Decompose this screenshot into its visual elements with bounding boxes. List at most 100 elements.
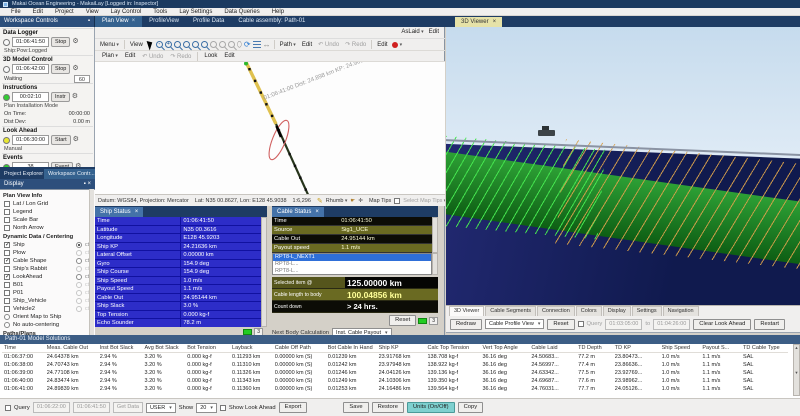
checkbox[interactable] (4, 266, 10, 272)
line-value[interactable]: 60 (74, 75, 90, 83)
path-edit-button[interactable]: Edit (300, 42, 314, 48)
checkbox[interactable] (4, 225, 10, 231)
time-field[interactable]: 01:06:41:50 (12, 37, 49, 47)
table-row[interactable]: Lateral Offset0.00000 km (95, 251, 261, 260)
column-header-vert-top-angle[interactable]: Vert Top Angle (480, 344, 529, 353)
list-item[interactable]: RPT8-L... (273, 261, 431, 268)
scene-3d[interactable] (446, 27, 800, 305)
start-button[interactable]: Start (51, 135, 71, 145)
crosshair-icon[interactable]: ✛ (358, 198, 363, 204)
checkbox[interactable] (4, 282, 10, 288)
table-row[interactable]: Ship Slack3.0 % (95, 302, 261, 311)
plan-edit-button[interactable]: Edit (123, 53, 137, 59)
measure-icon[interactable]: ↔ (263, 41, 271, 49)
checkbox[interactable]: ✓ (4, 258, 10, 264)
ctr-radio[interactable] (76, 266, 82, 272)
checkbox[interactable] (4, 290, 10, 296)
viewer-tab-connection[interactable]: Connection (537, 306, 575, 316)
edit-button[interactable]: Edit (375, 42, 389, 48)
tab-cable-assembly-path-01[interactable]: Cable assembly: Path-01 (231, 16, 312, 27)
menu-lay-control[interactable]: Lay Control (106, 8, 147, 15)
table-row[interactable]: Ship Course154.9 deg (95, 268, 261, 277)
column-header-cable-laid[interactable]: Cable Laid (529, 344, 576, 353)
column-header-cable-off-path[interactable]: Cable Off Path (273, 344, 326, 353)
units-toggle-button[interactable]: Units (On/Off) (407, 402, 455, 413)
stop-button[interactable]: Stop (51, 64, 70, 74)
tab-3d-viewer[interactable]: 3D Viewer × (455, 17, 502, 27)
column-header-bot-cable-in-hand[interactable]: Bot Cable In Hand (326, 344, 377, 353)
table-row[interactable]: LatitudeN35 00.3616 (95, 226, 261, 235)
viewer-tab-display[interactable]: Display (603, 306, 631, 316)
table-row[interactable]: 01:06:39:0024.77108 km2.94 %3.20 %0.000 … (2, 369, 788, 377)
tab-plan-view[interactable]: Plan View× (95, 16, 142, 27)
close-icon[interactable]: × (493, 17, 497, 27)
table-row[interactable]: Payout Speed1.1 m/s (95, 285, 261, 294)
restore-button[interactable]: Restore (372, 402, 404, 413)
cable-status-scrollbar[interactable] (432, 217, 438, 253)
redraw-button[interactable]: Redraw (450, 319, 482, 330)
aslaid-edit-button[interactable]: Edit (429, 29, 439, 35)
ctr-radio[interactable] (76, 306, 82, 312)
table-row[interactable]: Ship Speed1.0 m/s (95, 277, 261, 286)
zoom-in-icon[interactable]: + (165, 41, 172, 48)
column-header-avg-bot-slack[interactable]: Avg Bot Slack (142, 344, 185, 353)
table-row[interactable]: 01:06:38:0024.70743 km2.94 %3.20 %0.000 … (2, 361, 788, 369)
table-row[interactable]: Echo Sounder78.2 m (95, 319, 261, 327)
save-button[interactable]: Save (343, 402, 368, 413)
ctr-radio[interactable] (76, 258, 82, 264)
solutions-table[interactable]: TimeMeas. Cable OutInst Bot SlackAvg Bot… (2, 344, 792, 396)
ctr-radio[interactable] (76, 298, 82, 304)
mouse-icon[interactable]: ⬯ (237, 41, 242, 49)
viewer-tab-cable-segments[interactable]: Cable Segments (485, 306, 536, 316)
zoom-extents-icon[interactable] (201, 41, 208, 48)
column-header-ship-speed[interactable]: Ship Speed (660, 344, 701, 353)
time-field[interactable]: 01:06:42:00 (12, 64, 49, 74)
menu-edit[interactable]: Edit (28, 8, 48, 15)
table-row[interactable]: SourceSig1_UCE (272, 226, 432, 235)
pin-icon[interactable]: ▪ (88, 16, 90, 27)
query-checkbox[interactable] (578, 321, 584, 327)
checkbox[interactable] (4, 209, 10, 215)
plan-map[interactable]: 01:06:41:00 Dist: 24.898 km KP: 24.963 k… (95, 62, 445, 194)
close-icon[interactable]: × (132, 16, 136, 27)
viewer-tab-settings[interactable]: Settings (632, 306, 662, 316)
radio[interactable] (4, 314, 10, 320)
table-row[interactable]: Gyro154.9 deg (95, 260, 261, 269)
table-row[interactable]: Cable Out24.95144 km (272, 235, 432, 244)
reset-button[interactable]: Reset (389, 315, 416, 326)
table-row[interactable]: Ship KP24.21636 km (95, 243, 261, 252)
path-dropdown[interactable]: Path (278, 42, 298, 48)
menu-lay-settings[interactable]: Lay Settings (174, 8, 217, 15)
menu-view[interactable]: View (81, 8, 104, 15)
tab-ship-status[interactable]: Ship Status × (95, 207, 143, 217)
look-button[interactable]: Look (202, 53, 219, 59)
column-header-time[interactable]: Time (2, 344, 45, 353)
source-select[interactable]: USER (146, 403, 176, 413)
workspace-controls-header[interactable]: Workspace Controls ▪ (0, 16, 95, 27)
list-item[interactable]: RPT8-L... (273, 268, 431, 275)
refresh-icon[interactable]: ⟳ (244, 41, 251, 49)
column-header-inst-bot-slack[interactable]: Inst Bot Slack (98, 344, 143, 353)
column-header-td-depth[interactable]: TD Depth (576, 344, 613, 353)
instr-button[interactable]: Instr (51, 92, 70, 102)
column-header-layback[interactable]: Layback (230, 344, 273, 353)
view-mode-select[interactable]: Cable Profile View (485, 319, 544, 329)
checkbox[interactable] (4, 201, 10, 207)
ctr-radio[interactable] (76, 242, 82, 248)
zoom-out-icon[interactable]: - (156, 41, 163, 48)
column-header-bot-tension[interactable]: Bot Tension (185, 344, 230, 353)
viewer-tab-3d-viewer[interactable]: 3D Viewer (449, 306, 484, 316)
close-icon[interactable]: × (87, 181, 91, 187)
table-row[interactable]: 01:06:37:0024.64378 km2.94 %3.20 %0.000 … (2, 353, 788, 362)
list-item[interactable]: RPT8-L_NEXT1 (273, 254, 431, 261)
menu-dropdown[interactable]: Menu (98, 42, 121, 48)
table-row[interactable]: 01:06:40:0024.83474 km2.94 %3.20 %0.000 … (2, 377, 788, 385)
checkbox[interactable] (4, 250, 10, 256)
gear-icon[interactable]: ⚙ (73, 136, 79, 144)
ctr-radio[interactable] (76, 274, 82, 280)
column-header-payout-s[interactable]: Payout S... (700, 344, 741, 353)
column-header-td-kp[interactable]: TD KP (613, 344, 660, 353)
table-row[interactable]: LongitudeE128 45.9203 (95, 234, 261, 243)
aslaid-dropdown[interactable]: AsLaid (401, 29, 423, 35)
plan-dropdown[interactable]: Plan (100, 53, 120, 59)
